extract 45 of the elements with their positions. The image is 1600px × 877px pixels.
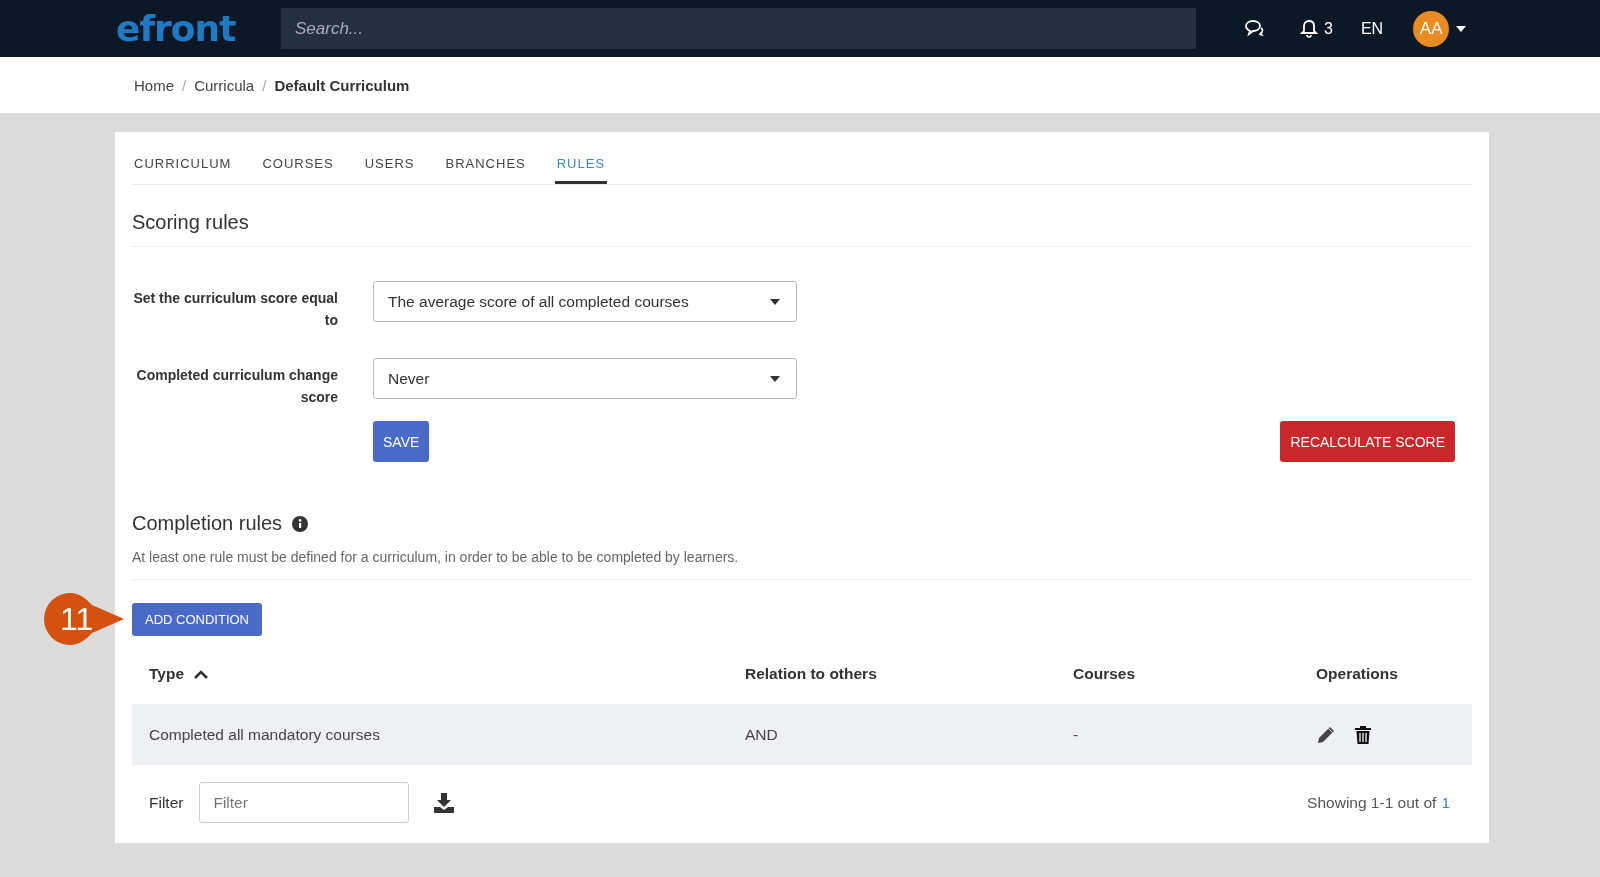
efront-logo[interactable]: efront (116, 8, 281, 49)
total-link[interactable]: 1 (1441, 793, 1450, 812)
dropdown-caret-icon (770, 375, 780, 382)
column-header[interactable]: Relation to others (745, 665, 877, 683)
filter-field[interactable]: Filter (199, 782, 410, 823)
notification-count: 3 (1324, 19, 1333, 38)
dropdown-field[interactable]: The average score of all completed courses (373, 281, 797, 322)
recalculate-score-button[interactable]: RECALCULATE SCORE (1280, 421, 1455, 462)
tab[interactable]: RULES (554, 156, 608, 184)
column-header[interactable]: Courses (1073, 665, 1136, 683)
field-label: Completed curriculum change score (135, 366, 338, 407)
column-header[interactable]: Operations (1316, 665, 1398, 683)
column-header[interactable]: Type (149, 665, 185, 683)
section-title: Completion rules (132, 512, 283, 535)
breadcrumb-separator: / (182, 76, 187, 94)
bell-icon[interactable] (1300, 19, 1318, 38)
info-icon[interactable] (292, 515, 309, 532)
breadcrumb-link[interactable]: Home (134, 76, 174, 94)
save-button[interactable]: SAVE (373, 421, 430, 462)
dropdown-field[interactable]: Never (373, 358, 797, 399)
add-condition-button[interactable]: ADD CONDITION (132, 603, 262, 636)
table-cell: - (1073, 725, 1079, 743)
download-icon[interactable] (433, 792, 456, 813)
language-selector[interactable]: EN (1360, 19, 1384, 38)
breadcrumb-separator: / (262, 76, 267, 94)
pagination-text: Showing 1-1 out of (1307, 793, 1437, 812)
tab[interactable]: BRANCHES (443, 156, 528, 184)
tab[interactable]: CURRICULUM (132, 156, 234, 184)
search-field[interactable]: Search... (281, 8, 1196, 49)
section-title: Scoring rules (132, 211, 250, 234)
breadcrumb-link[interactable]: Curricula (194, 76, 255, 94)
pencil-icon[interactable] (1316, 724, 1336, 745)
trash-icon[interactable] (1354, 724, 1372, 745)
chat-icon[interactable] (1244, 20, 1264, 37)
tab[interactable]: COURSES (260, 156, 336, 184)
callout-number: 11 (60, 600, 94, 639)
table-cell: Completed all mandatory courses (149, 725, 380, 743)
description-text: At least one rule must be defined for a curriculum, in order to be able to be completed by learners. (132, 549, 1472, 580)
field-label: Set the curriculum score equal to (132, 289, 338, 330)
sort-up-icon[interactable] (194, 669, 209, 679)
caret-icon[interactable] (1456, 25, 1467, 32)
table-cell: AND (745, 725, 778, 743)
dropdown-caret-icon (770, 298, 780, 305)
tab[interactable]: USERS (362, 156, 417, 184)
filter-label: Filter (149, 793, 184, 812)
